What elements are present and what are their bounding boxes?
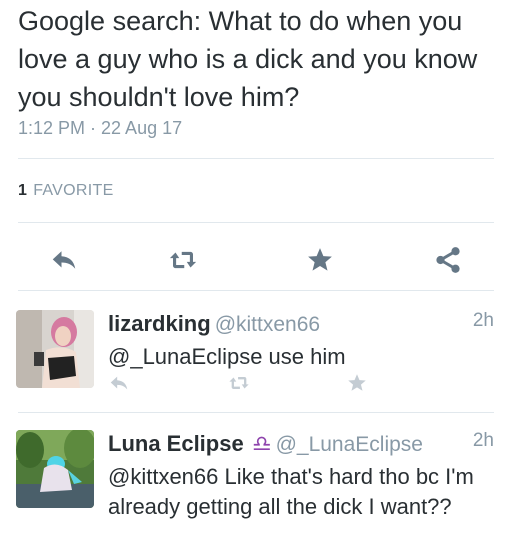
divider	[18, 290, 494, 291]
divider	[18, 412, 494, 413]
tweet-actions	[0, 236, 512, 284]
avatar-photo	[16, 430, 94, 508]
favorites-count-row[interactable]: 1 FAVORITE	[18, 182, 114, 200]
divider	[18, 222, 494, 223]
avatar-photo	[16, 310, 94, 388]
reply-actions	[108, 370, 408, 398]
reply-tweet[interactable]: lizardking @kittxen66 2h @_LunaEclipse us…	[0, 310, 512, 426]
reply-button[interactable]	[108, 372, 134, 398]
reply-header: lizardking @kittxen66	[108, 310, 320, 339]
reply-button[interactable]	[46, 242, 82, 278]
reply-author-name[interactable]: lizardking	[108, 311, 211, 336]
reply-author-handle[interactable]: @kittxen66	[215, 313, 320, 336]
favorites-label: FAVORITE	[33, 182, 114, 199]
avatar[interactable]	[16, 310, 94, 388]
retweet-icon	[169, 251, 197, 269]
favorites-count: 1	[18, 182, 28, 199]
favorite-button[interactable]	[346, 372, 372, 398]
reply-header: Luna Eclipse ♎ @_LunaEclipse	[108, 430, 423, 459]
retweet-button[interactable]	[228, 372, 254, 398]
favorite-button[interactable]	[302, 242, 338, 278]
favorite-icon	[348, 374, 366, 391]
favorite-icon	[308, 248, 332, 271]
libra-icon: ♎	[251, 431, 272, 456]
reply-text: @kittxen66 Like that's hard tho bc I'm a…	[108, 464, 474, 519]
reply-tweet[interactable]: Luna Eclipse ♎ @_LunaEclipse 2h @kittxen6…	[0, 430, 512, 546]
avatar[interactable]	[16, 430, 94, 508]
reply-time: 2h	[472, 310, 494, 331]
reply-text: @_LunaEclipse use him	[108, 344, 346, 369]
share-icon	[436, 247, 460, 273]
retweet-button[interactable]	[165, 242, 201, 278]
divider	[18, 158, 494, 159]
retweet-icon	[229, 377, 249, 389]
tweet-timestamp[interactable]: 1:12 PM · 22 Aug 17	[18, 118, 182, 139]
reply-icon	[52, 251, 76, 269]
tweet-text: Google search: What to do when you love …	[18, 6, 478, 112]
reply-author-name[interactable]: Luna Eclipse	[108, 431, 244, 456]
reply-time: 2h	[472, 430, 494, 451]
reply-icon	[110, 376, 128, 390]
reply-author-handle[interactable]: @_LunaEclipse	[276, 433, 423, 456]
share-button[interactable]	[430, 242, 466, 278]
